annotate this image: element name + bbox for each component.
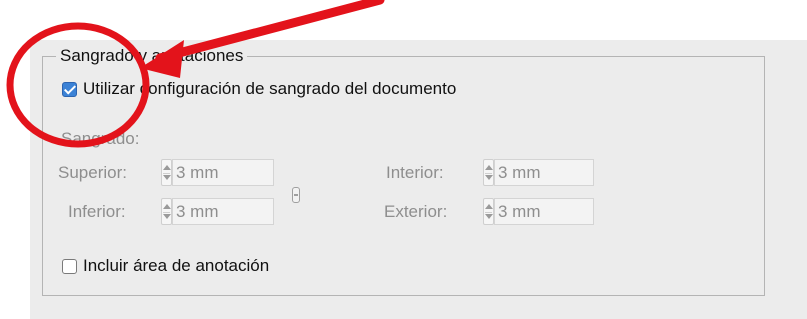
arrow-shaft [155, 0, 385, 63]
highlight-circle-icon [6, 22, 150, 148]
annotation-overlay [6, 0, 385, 148]
